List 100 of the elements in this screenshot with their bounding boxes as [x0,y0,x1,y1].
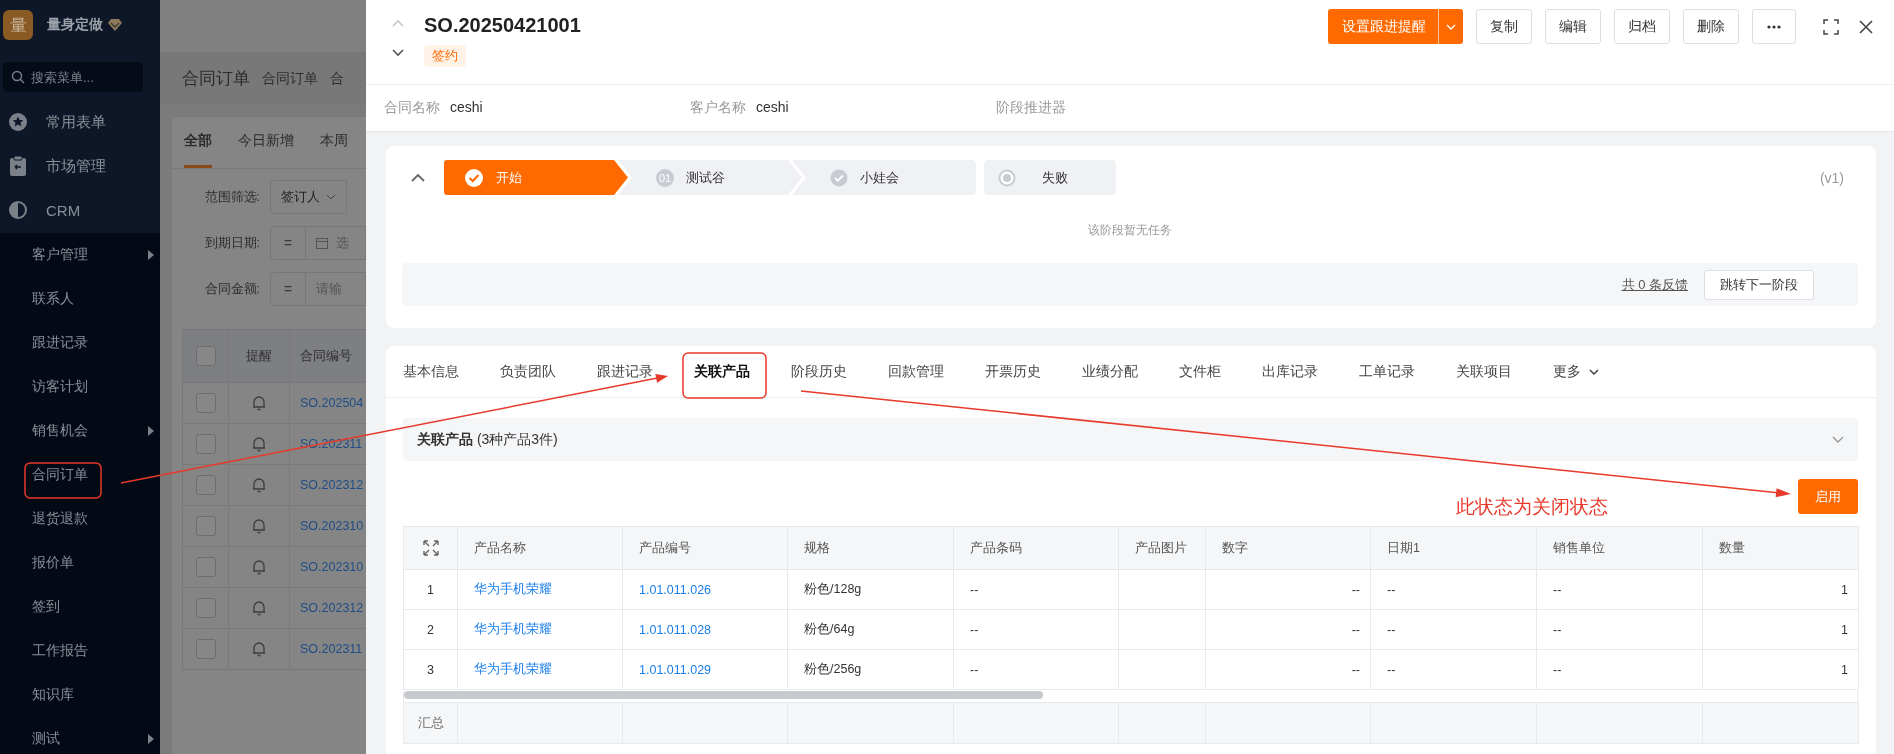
field-value: ceshi [450,99,483,117]
chevron-down-icon [326,194,336,200]
scrollbar-thumb[interactable] [404,691,1044,699]
app-logo: 量 [3,10,33,40]
submenu-item[interactable]: 联系人 [0,277,160,321]
submenu-item[interactable]: 合同订单 [0,453,160,497]
column-header: 销售单位 [1553,540,1605,555]
bell-icon[interactable] [252,395,266,411]
chevron-down-icon [1832,436,1844,443]
search-field[interactable]: 搜索菜单... [3,62,143,92]
row-number: 1 [427,582,434,597]
column-header: 规格 [804,540,830,555]
checkbox[interactable] [195,598,216,618]
pie-chart-icon [8,200,28,220]
detail-tab[interactable]: 基本信息 [389,346,473,397]
chevron-up-icon[interactable] [411,173,425,182]
section-header[interactable]: 关联产品 (3种产品3件) [403,418,1858,461]
list-tab[interactable]: 本周 [320,117,348,168]
product-link[interactable]: 华为手机荣耀 [474,582,552,596]
submenu-item[interactable]: 知识库 [0,673,160,717]
detail-tab[interactable]: 开票历史 [971,346,1055,397]
submenu-item[interactable]: 报价单 [0,541,160,585]
action-button[interactable]: 删除 [1683,9,1739,44]
submenu-item[interactable]: 销售机会 [0,409,160,453]
submenu-item[interactable]: 访客计划 [0,365,160,409]
field-value: ceshi [756,99,789,117]
checkbox[interactable] [195,557,216,577]
detail-tab[interactable]: 关联产品 [680,346,764,397]
menu-item[interactable]: 市场管理 [0,144,160,188]
column-header: 产品编号 [639,540,691,555]
order-title: SO.20250421001 [424,14,581,37]
product-link[interactable]: 华为手机荣耀 [474,622,552,636]
detail-tab[interactable]: 关联项目 [1442,346,1526,397]
row-number: 2 [427,622,434,637]
action-button[interactable]: 复制 [1476,9,1532,44]
submenu-item[interactable]: 退货退款 [0,497,160,541]
fullscreen-icon[interactable] [1823,18,1839,35]
dropdown-button[interactable] [1438,9,1463,44]
column-header: 数量 [1719,540,1745,555]
page-title: 合同订单 [182,68,250,90]
menu-item[interactable]: CRM [0,188,160,232]
stage-step[interactable]: 失败 [984,160,1116,195]
status-tag: 签约 [424,45,466,67]
table-cell: -- [1351,662,1360,677]
submenu-item[interactable]: 工作报告 [0,629,160,673]
submenu-item[interactable]: 签到 [0,585,160,629]
table-cell: -- [1387,662,1396,677]
bell-icon[interactable] [252,477,266,493]
bell-icon[interactable] [252,559,266,575]
scope-select[interactable]: 签订人 [270,180,347,214]
expand-icon[interactable] [422,540,439,556]
submenu-item[interactable]: 跟进记录 [0,321,160,365]
table-cell: -- [970,662,979,677]
table-cell: 1 [1841,622,1848,637]
checkbox[interactable] [195,393,216,413]
more-button[interactable] [1752,9,1796,44]
header-tab[interactable]: 合同订单 [262,69,318,88]
column-header: 产品图片 [1135,540,1187,555]
product-link[interactable]: 华为手机荣耀 [474,662,552,676]
list-tab[interactable]: 全部 [184,117,212,168]
detail-tab[interactable]: 跟进记录 [583,346,667,397]
column-header: 提醒 [229,330,290,382]
bell-icon[interactable] [252,518,266,534]
detail-tab[interactable]: 工单记录 [1345,346,1429,397]
submenu-item[interactable]: 客户管理 [0,233,160,277]
detail-tab[interactable]: 业绩分配 [1068,346,1152,397]
action-button[interactable]: 编辑 [1545,9,1601,44]
filter-label: 范围筛选: [203,188,261,206]
bell-icon[interactable] [252,436,266,452]
checkbox[interactable] [195,639,216,659]
checkbox[interactable] [195,434,216,454]
close-icon[interactable] [1858,18,1874,35]
detail-tab[interactable]: 阶段历史 [777,346,861,397]
detail-tab[interactable]: 回款管理 [874,346,958,397]
clipboard-icon [9,156,27,176]
checkbox[interactable] [195,475,216,495]
detail-tab[interactable]: 文件柜 [1165,346,1235,397]
more-tab[interactable]: 更多 [1539,346,1613,397]
product-link[interactable]: 1.01.011.029 [639,662,712,677]
caret-right-icon [148,250,154,260]
detail-tab[interactable]: 负责团队 [486,346,570,397]
stage-step[interactable]: 小娃会 [792,160,976,195]
action-button[interactable]: 归档 [1614,9,1670,44]
feedback-link[interactable]: 共 0 条反馈 [1621,275,1688,294]
product-link[interactable]: 1.01.011.026 [639,582,712,597]
bell-icon[interactable] [252,641,266,657]
chevron-down-icon[interactable] [392,49,404,57]
filter-label: 到期日期: [203,234,261,252]
checkbox[interactable] [195,516,216,536]
table-cell: 粉色/256g [804,662,862,676]
submenu-item[interactable]: 测试 [0,717,160,754]
next-stage-button[interactable]: 跳转下一阶段 [1704,269,1814,300]
product-link[interactable]: 1.01.011.028 [639,622,712,637]
list-tab[interactable]: 今日新增 [238,117,294,168]
checkbox[interactable] [195,346,216,366]
detail-tab[interactable]: 出库记录 [1248,346,1332,397]
table-cell: -- [1351,582,1360,597]
bell-icon[interactable] [252,600,266,616]
version-label: (v1) [1819,169,1844,186]
menu-item[interactable]: 常用表单 [0,100,160,144]
